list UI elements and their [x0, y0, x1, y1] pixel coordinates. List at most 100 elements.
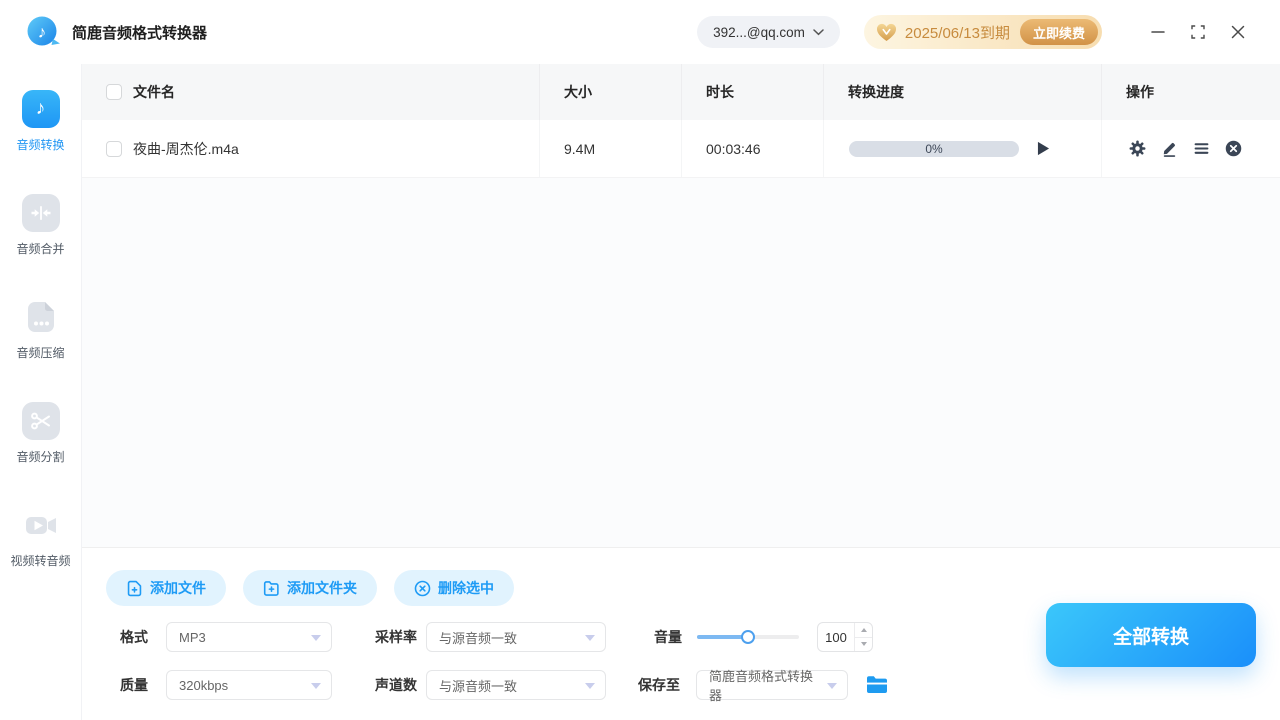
convert-all-button[interactable]: 全部转换: [1046, 603, 1256, 667]
main-area: 文件名 大小 时长 转换进度 操作 夜曲-周杰伦.m4a 9.4M 00:03:…: [82, 64, 1280, 720]
select-all-checkbox[interactable]: [106, 84, 122, 100]
spinner-up-button[interactable]: [855, 623, 872, 638]
svg-text:♪: ♪: [38, 23, 47, 42]
channels-select[interactable]: 与源音频一致: [426, 670, 606, 700]
close-icon: [1231, 25, 1245, 39]
chevron-down-icon: [813, 28, 824, 35]
merge-arrows-icon: [21, 194, 60, 232]
sample-rate-label: 采样率: [375, 629, 417, 645]
column-header-duration: 时长: [706, 84, 734, 100]
quality-select[interactable]: 320kbps: [166, 670, 332, 700]
app-window: ♪ 简鹿音频格式转换器 392...@qq.com 2025/06/13到期 立…: [0, 0, 1280, 720]
folder-icon: [867, 676, 887, 693]
sidebar-item-label: 音频压缩: [16, 346, 65, 360]
file-list-empty-area: [82, 178, 1280, 548]
add-file-button[interactable]: 添加文件: [106, 570, 226, 606]
arrow-down-icon: [860, 642, 867, 647]
video-camera-icon: [22, 506, 60, 544]
progress-percent: 0%: [925, 141, 943, 156]
save-to-label: 保存至: [638, 677, 680, 693]
column-header-size: 大小: [564, 84, 592, 100]
format-label: 格式: [120, 629, 148, 645]
renew-now-button[interactable]: 立即续费: [1019, 19, 1098, 45]
file-size: 9.4M: [564, 140, 596, 157]
topbar: ♪ 简鹿音频格式转换器 392...@qq.com 2025/06/13到期 立…: [0, 0, 1280, 64]
account-email: 392...@qq.com: [713, 24, 805, 40]
sidebar-item-audio-convert[interactable]: ♪ 音频转换: [0, 90, 81, 194]
sidebar-item-label: 视频转音频: [10, 554, 71, 568]
close-button[interactable]: [1218, 12, 1258, 52]
caret-down-icon: [585, 635, 595, 641]
table-header: 文件名 大小 时长 转换进度 操作: [82, 64, 1280, 120]
add-file-label: 添加文件: [150, 580, 206, 596]
vip-expiry-date: 2025/06/13到期: [904, 24, 1010, 42]
progress-bar: 0%: [849, 140, 1019, 157]
arrow-up-icon: [860, 627, 867, 632]
sample-rate-value: 与源音频一致: [439, 630, 518, 646]
file-name: 夜曲-周杰伦.m4a: [133, 140, 239, 157]
save-to-value: 简鹿音频格式转换器: [709, 669, 814, 703]
sidebar: ♪ 音频转换 音频合并 音频压缩 音频分割 视频转音频: [0, 64, 82, 720]
sample-rate-select[interactable]: 与源音频一致: [426, 622, 606, 652]
spinner-down-button[interactable]: [855, 638, 872, 652]
details-button[interactable]: [1193, 140, 1210, 157]
row-checkbox[interactable]: [106, 140, 122, 157]
slider-handle[interactable]: [741, 630, 755, 644]
sidebar-item-video-to-audio[interactable]: 视频转音频: [0, 506, 81, 610]
minimize-button[interactable]: [1138, 12, 1178, 52]
sidebar-item-audio-merge[interactable]: 音频合并: [0, 194, 81, 298]
file-actions: 添加文件 添加文件夹 删除选中: [106, 570, 514, 606]
play-button[interactable]: [1035, 141, 1051, 157]
pencil-icon: [1163, 142, 1176, 157]
delete-selected-label: 删除选中: [438, 580, 494, 596]
sidebar-item-label: 音频转换: [16, 138, 65, 152]
volume-value-field[interactable]: [818, 623, 854, 651]
window-controls: [1138, 12, 1258, 52]
channels-label: 声道数: [375, 677, 417, 693]
maximize-button[interactable]: [1178, 12, 1218, 52]
rename-button[interactable]: [1161, 140, 1178, 157]
caret-down-icon: [585, 683, 595, 689]
sidebar-item-audio-split[interactable]: 音频分割: [0, 402, 81, 506]
app-title: 简鹿音频格式转换器: [72, 24, 208, 42]
quality-label: 质量: [120, 677, 148, 693]
volume-slider[interactable]: [697, 622, 799, 652]
scissors-icon: [21, 402, 60, 440]
add-folder-button[interactable]: 添加文件夹: [243, 570, 377, 606]
format-select[interactable]: MP3: [166, 622, 332, 652]
bottom-panel: 添加文件 添加文件夹 删除选中 格式 MP3 采样率 与源音频一致 音量 100…: [82, 548, 1280, 720]
delete-circle-icon: [414, 580, 431, 596]
save-to-select[interactable]: 简鹿音频格式转换器: [696, 669, 848, 703]
add-file-icon: [127, 580, 142, 596]
gear-icon: [1129, 140, 1146, 157]
caret-down-icon: [827, 683, 837, 689]
open-folder-button[interactable]: [866, 675, 888, 695]
settings-button[interactable]: [1129, 140, 1146, 157]
app-logo-icon: ♪: [26, 15, 62, 49]
sidebar-item-label: 音频合并: [16, 242, 65, 256]
volume-input: [817, 622, 873, 652]
format-value: MP3: [179, 629, 206, 645]
sidebar-item-label: 音频分割: [16, 450, 65, 464]
channels-value: 与源音频一致: [439, 678, 518, 694]
account-dropdown[interactable]: 392...@qq.com: [697, 16, 840, 48]
delete-selected-button[interactable]: 删除选中: [394, 570, 514, 606]
add-folder-icon: [263, 580, 279, 596]
remove-button[interactable]: [1225, 140, 1242, 157]
column-header-progress: 转换进度: [848, 84, 904, 100]
compress-file-icon: [22, 298, 60, 336]
table-row: 夜曲-周杰伦.m4a 9.4M 00:03:46 0%: [82, 120, 1280, 178]
menu-lines-icon: [1194, 143, 1209, 154]
add-folder-label: 添加文件夹: [287, 580, 357, 596]
minimize-icon: [1151, 31, 1165, 33]
volume-spinners: [854, 623, 872, 651]
caret-down-icon: [311, 683, 321, 689]
close-circle-icon: [1225, 140, 1242, 157]
vip-crown-icon: [876, 23, 896, 41]
quality-value: 320kbps: [179, 677, 229, 693]
volume-label: 音量: [654, 629, 682, 645]
sidebar-item-audio-compress[interactable]: 音频压缩: [0, 298, 81, 402]
file-duration: 00:03:46: [706, 140, 761, 157]
play-icon: [1037, 141, 1049, 156]
music-note-icon: ♪: [21, 90, 60, 128]
